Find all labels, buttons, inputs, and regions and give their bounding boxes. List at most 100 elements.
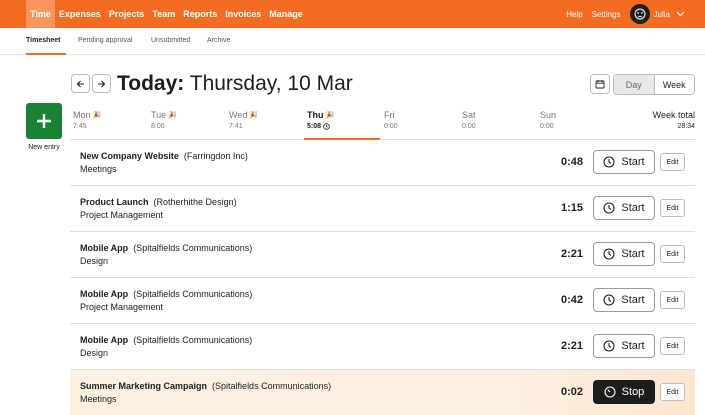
new-entry-label: New entry: [28, 144, 60, 151]
nav-reports[interactable]: Reports: [179, 0, 221, 28]
sub-navigation: Timesheet Pending approval Unsubmitted A…: [0, 28, 705, 55]
day-view-button[interactable]: Day: [614, 75, 655, 94]
tab-timesheet[interactable]: Timesheet: [26, 37, 61, 44]
start-label: Start: [621, 156, 645, 168]
clock-icon: [603, 202, 615, 214]
day-name: Thu: [307, 110, 324, 120]
party-popper-icon: 🎉: [92, 112, 102, 119]
calendar-icon: [595, 80, 605, 89]
week-strip: Mon 🎉 7:45 Tue 🎉 8:00 Wed 🎉 7:41 Thu 🎉 5:08 …: [70, 110, 695, 140]
start-label: Start: [621, 294, 645, 306]
time-entry-row: Mobile App (Spitalfields Communications)…: [70, 324, 695, 370]
entry-client: (Spitalfields Communications): [212, 381, 332, 391]
entry-project: Mobile App: [80, 335, 129, 345]
day-tab-mon[interactable]: Mon 🎉 7:45: [73, 110, 101, 140]
current-date: Thursday, 10 Mar: [189, 72, 353, 95]
week-total-value: 28:34: [677, 123, 695, 130]
entry-task: Design: [80, 256, 109, 266]
nav-manage[interactable]: Manage: [265, 0, 307, 28]
week-total-label: Week total: [652, 110, 695, 120]
clock-icon: [603, 248, 615, 260]
edit-entry-button[interactable]: Edit: [660, 199, 685, 217]
help-link[interactable]: Help: [566, 10, 582, 19]
day-name: Wed: [229, 110, 248, 120]
entry-client: (Rotherhithe Design): [153, 197, 237, 207]
entry-task: Project Management: [80, 302, 164, 312]
start-timer-button[interactable]: Start: [593, 196, 655, 220]
calendar-button[interactable]: [590, 74, 610, 94]
entry-duration[interactable]: 1:15: [561, 202, 583, 214]
tab-pending-approval[interactable]: Pending approval: [78, 37, 133, 44]
entry-duration[interactable]: 2:21: [561, 248, 583, 260]
day-name: Sat: [462, 110, 476, 120]
avatar[interactable]: [629, 4, 650, 24]
entry-task: Meetings: [80, 394, 117, 404]
tab-archive[interactable]: Archive: [207, 37, 230, 44]
entry-project: New Company Website: [80, 151, 179, 161]
nav-time[interactable]: Time: [26, 0, 55, 28]
party-popper-icon: 🎉: [249, 112, 259, 119]
start-timer-button[interactable]: Start: [593, 242, 655, 266]
start-timer-button[interactable]: Start: [593, 334, 655, 358]
party-popper-icon: 🎉: [325, 112, 335, 119]
start-label: Start: [621, 248, 645, 260]
entry-duration[interactable]: 0:02: [561, 386, 583, 398]
entry-project: Summer Marketing Campaign: [80, 381, 208, 391]
start-timer-button[interactable]: Start: [593, 150, 655, 174]
entry-duration[interactable]: 0:48: [561, 156, 583, 168]
week-view-button[interactable]: Week: [654, 75, 694, 94]
day-name: Sun: [540, 110, 557, 120]
active-tab-indicator: [26, 53, 66, 55]
edit-entry-button[interactable]: Edit: [660, 337, 685, 355]
start-label: Start: [621, 202, 645, 214]
edit-entry-button[interactable]: Edit: [660, 153, 685, 171]
day-hours: 0:00: [462, 123, 476, 130]
day-tab-sun[interactable]: Sun 0:00: [540, 110, 556, 140]
day-tab-sat[interactable]: Sat 0:00: [462, 110, 476, 140]
party-popper-icon: 🎉: [168, 112, 177, 119]
view-toggle: Day Week: [613, 74, 695, 95]
arrow-left-icon: [76, 80, 84, 87]
start-timer-button[interactable]: Start: [593, 288, 655, 312]
edit-entry-button[interactable]: Edit: [660, 383, 685, 401]
day-hours: 0:00: [384, 123, 398, 130]
day-tab-tue[interactable]: Tue 🎉 8:00: [151, 110, 177, 140]
start-label: Start: [621, 340, 645, 352]
time-entry-row: New Company Website (Farringdon Inc) Mee…: [70, 140, 695, 186]
user-name[interactable]: Julia: [654, 10, 670, 19]
arrow-right-icon: [98, 80, 106, 87]
next-day-button[interactable]: [92, 74, 111, 93]
day-name: Fri: [384, 110, 395, 120]
time-entry-row: Mobile App (Spitalfields Communications)…: [70, 232, 695, 278]
time-entry-row: Mobile App (Spitalfields Communications)…: [70, 278, 695, 324]
day-hours: 8:00: [151, 123, 165, 130]
nav-team[interactable]: Team: [148, 0, 179, 28]
day-tab-fri[interactable]: Fri 0:00: [384, 110, 398, 140]
new-entry-button[interactable]: [26, 103, 62, 139]
stop-timer-button[interactable]: Stop: [593, 380, 655, 404]
entry-duration[interactable]: 0:42: [561, 294, 583, 306]
previous-day-button[interactable]: [71, 74, 90, 93]
time-entry-row: Product Launch (Rotherhithe Design) Proj…: [70, 186, 695, 232]
day-hours: 0:00: [540, 123, 554, 130]
day-hours: 7:41: [229, 123, 243, 130]
clock-icon: [323, 123, 330, 130]
clock-icon: [603, 340, 615, 352]
chevron-down-icon[interactable]: [676, 11, 685, 17]
tab-unsubmitted[interactable]: Unsubmitted: [151, 37, 190, 44]
nav-expenses[interactable]: Expenses: [55, 0, 105, 28]
nav-projects[interactable]: Projects: [105, 0, 149, 28]
entry-task: Design: [80, 348, 109, 358]
edit-entry-button[interactable]: Edit: [660, 245, 685, 263]
settings-link[interactable]: Settings: [592, 10, 621, 19]
nav-invoices[interactable]: Invoices: [221, 0, 265, 28]
entry-client: (Spitalfields Communications): [133, 335, 253, 345]
day-tab-wed[interactable]: Wed 🎉 7:41: [229, 110, 258, 140]
entry-project: Mobile App: [80, 289, 129, 299]
edit-entry-button[interactable]: Edit: [660, 291, 685, 309]
stop-label: Stop: [621, 386, 645, 398]
day-tab-thu[interactable]: Thu 🎉 5:08: [307, 110, 334, 140]
entry-duration[interactable]: 2:21: [561, 340, 583, 352]
entry-task: Project Management: [80, 210, 164, 220]
day-name: Mon: [73, 110, 91, 120]
